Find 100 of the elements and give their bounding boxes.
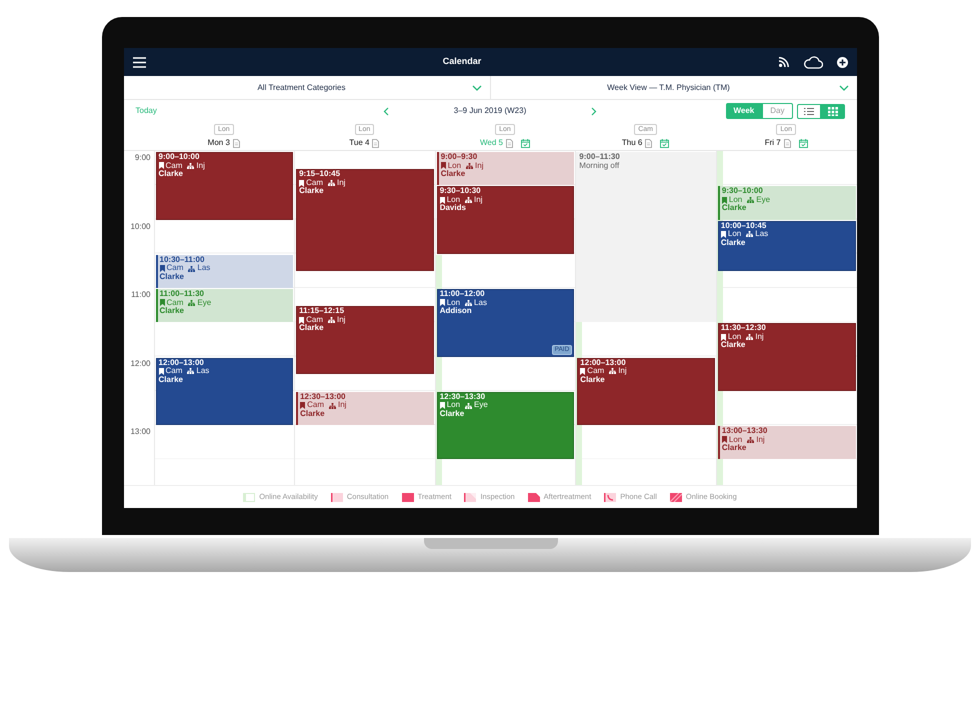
bookmark-icon: [299, 316, 304, 324]
time-off-block[interactable]: 9:00–11:30 Morning off: [576, 152, 716, 322]
category-text: Las: [197, 264, 210, 273]
bookmark-icon: [158, 368, 164, 375]
grid-view-button[interactable]: [820, 104, 844, 118]
patient-name: Clarke: [720, 238, 746, 247]
day-label[interactable]: Mon 3: [208, 137, 230, 149]
add-icon[interactable]: [836, 56, 848, 68]
hierarchy-icon: [746, 231, 754, 238]
category-text: Las: [755, 230, 768, 239]
appointment-time: 11:00–11:30: [160, 289, 204, 298]
patient-name: Clarke: [722, 443, 746, 452]
appointment-block[interactable]: 10:30–11:00 Cam Las Clarke: [156, 254, 294, 288]
appointment-time: 12:00–13:00: [158, 358, 204, 366]
hierarchy-icon: [747, 197, 754, 204]
appointment-block[interactable]: 11:30–12:30 Lon Inj Clarke: [718, 323, 856, 391]
location-text: Cam: [306, 316, 323, 324]
patient-name: Clarke: [158, 374, 183, 384]
hour-label: 10:00: [130, 222, 150, 230]
appointment-block[interactable]: 10:00–10:45 Lon Las Clarke: [718, 220, 856, 271]
patient-name: Addison: [440, 306, 472, 316]
document-icon[interactable]: [232, 138, 240, 148]
bookmark-icon: [440, 299, 445, 306]
document-icon[interactable]: [506, 138, 513, 148]
hierarchy-icon: [187, 162, 194, 169]
category-text: Inj: [196, 162, 205, 170]
patient-name: Davids: [440, 203, 466, 212]
patient-name: Clarke: [160, 272, 184, 281]
patient-name: Clarke: [720, 340, 746, 350]
hierarchy-icon: [328, 180, 335, 186]
hierarchy-icon: [466, 162, 474, 169]
hierarchy-icon: [747, 436, 754, 443]
category-text: Inj: [755, 332, 764, 342]
patient-name: Clarke: [299, 323, 324, 332]
appointment-time: 9:30–10:30: [440, 186, 481, 196]
appointment-block[interactable]: 9:30–10:30 Lon Inj Davids: [436, 186, 574, 254]
patient-name: Clarke: [160, 306, 184, 316]
category-text: Eye: [756, 196, 770, 204]
appointment-block[interactable]: 12:00–13:00 Cam Las Clarke: [156, 358, 294, 425]
consultation-swatch-icon: [330, 492, 343, 502]
appointment-block[interactable]: 11:15–12:15 Cam Inj Clarke: [296, 306, 434, 374]
appointment-block[interactable]: 12:00–13:00 Cam Inj Clarke: [577, 358, 715, 425]
rss-icon[interactable]: [778, 57, 788, 67]
appointment-time: 9:00–9:30: [440, 152, 478, 161]
day-label[interactable]: Tue 4: [349, 137, 370, 149]
appointment-time: 9:15–10:45: [299, 169, 340, 178]
location-text: Lon: [728, 230, 742, 239]
hierarchy-icon: [609, 368, 616, 374]
bookmark-icon: [580, 368, 586, 375]
bookmark-icon: [720, 230, 726, 238]
appointment-time: 12:30–13:30: [440, 392, 486, 401]
grid-icon: [828, 106, 838, 116]
calendar-check-icon[interactable]: [520, 138, 530, 148]
day-label[interactable]: Fri 7: [764, 137, 781, 149]
chevron-down-icon[interactable]: [472, 84, 482, 90]
category-text: Eye: [474, 401, 488, 410]
filter-dropdown[interactable]: Week View — T.M. Physician (TM): [607, 82, 730, 92]
category-text: Eye: [197, 298, 212, 308]
cloud-icon[interactable]: [802, 56, 822, 68]
appointment-time: 11:15–12:15: [299, 306, 344, 316]
filter-dropdown[interactable]: All Treatment Categories: [257, 82, 346, 92]
location-text: Lon: [728, 436, 742, 444]
location-text: Cam: [166, 367, 182, 376]
treatment-swatch-icon: [402, 492, 414, 502]
hierarchy-icon: [188, 266, 196, 272]
appointment-block[interactable]: 9:15–10:45 Cam Inj Clarke: [296, 169, 434, 271]
chevron-down-icon[interactable]: [838, 84, 848, 90]
hour-label: 13:00: [130, 427, 150, 436]
list-view-button[interactable]: [796, 104, 820, 118]
category-text: Inj: [336, 316, 346, 324]
date-range: 3–9 Jun 2019 (W23): [454, 105, 526, 117]
location-text: Cam: [587, 367, 604, 376]
hierarchy-icon: [746, 334, 754, 340]
appointment-time: 13:00–13:30: [722, 426, 768, 435]
appointment-time: 10:30–11:00: [160, 254, 204, 264]
calendar-check-icon[interactable]: [660, 138, 670, 148]
hour-label: 12:00: [130, 358, 150, 368]
bookmark-icon: [158, 162, 164, 170]
document-icon[interactable]: [784, 138, 791, 148]
bookmark-icon: [440, 196, 445, 204]
chevron-right-icon[interactable]: [591, 106, 598, 116]
category-text: Inj: [474, 196, 482, 204]
location-text: Lon: [728, 196, 742, 204]
appointment-block[interactable]: 12:30–13:00 Cam Inj Clarke: [296, 392, 434, 425]
category-text: Inj: [475, 162, 484, 170]
menu-icon[interactable]: [132, 56, 146, 68]
chevron-left-icon[interactable]: [382, 106, 389, 116]
appointment-block[interactable]: 13:00–13:30 Lon Inj Clarke: [718, 426, 856, 460]
day-label[interactable]: Thu 6: [622, 137, 642, 149]
bookmark-icon: [160, 299, 164, 306]
document-icon[interactable]: [645, 138, 652, 148]
location-text: Cam: [306, 178, 323, 187]
document-icon[interactable]: [372, 138, 380, 148]
phone-swatch-icon: [604, 492, 616, 502]
booking-swatch-icon: [670, 492, 682, 502]
appointment-block[interactable]: 12:30–13:30 Lon Eye Clarke: [436, 392, 574, 460]
appointment-block[interactable]: 9:00–10:00 Cam Inj Clarke: [156, 152, 294, 220]
calendar-check-icon[interactable]: [798, 138, 808, 148]
appointment-block[interactable]: 9:00–9:30 Lon Inj Clarke: [436, 152, 574, 186]
inspection-swatch-icon: [464, 492, 476, 502]
